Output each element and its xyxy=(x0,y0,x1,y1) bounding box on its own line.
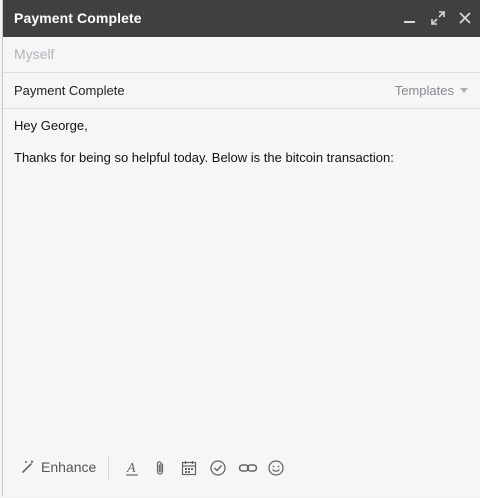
enhance-label: Enhance xyxy=(41,459,97,475)
window-title: Payment Complete xyxy=(14,10,142,26)
minimize-button[interactable] xyxy=(401,9,419,27)
paperclip-icon xyxy=(156,461,164,475)
toolbar-divider xyxy=(108,456,109,480)
compose-toolbar: Enhance A xyxy=(3,446,480,496)
magic-wand-icon xyxy=(22,460,34,473)
expand-button[interactable] xyxy=(429,9,447,27)
enhance-button[interactable]: Enhance xyxy=(20,459,96,475)
svg-text:A: A xyxy=(126,461,136,476)
emoji-icon xyxy=(268,460,284,476)
checkmark-circle-icon xyxy=(210,460,226,476)
task-button[interactable] xyxy=(209,459,227,477)
text-format-icon: A xyxy=(126,461,138,476)
chevron-down-icon xyxy=(460,88,468,94)
emoji-button[interactable] xyxy=(267,459,285,477)
message-body[interactable]: Hey George, Thanks for being so helpful … xyxy=(14,118,468,448)
close-button[interactable] xyxy=(456,9,474,27)
attach-button[interactable] xyxy=(151,459,169,477)
subject-row[interactable]: Payment Complete Templates xyxy=(3,73,480,109)
insert-link-button[interactable] xyxy=(238,459,258,477)
subject-field[interactable]: Payment Complete xyxy=(14,83,125,98)
recipient-row[interactable]: Myself xyxy=(3,37,480,73)
calendar-button[interactable] xyxy=(180,459,198,477)
expand-icon xyxy=(431,11,445,25)
templates-label: Templates xyxy=(394,83,454,98)
minimize-icon xyxy=(404,21,415,23)
templates-dropdown[interactable]: Templates xyxy=(395,83,468,98)
link-icon xyxy=(238,464,258,472)
body-greeting: Hey George, xyxy=(14,118,88,133)
compose-window: Payment Complete Myself Payment Complete xyxy=(2,0,480,496)
text-format-button[interactable]: A xyxy=(123,459,141,477)
to-field-placeholder[interactable]: Myself xyxy=(14,46,54,62)
compose-titlebar[interactable]: Payment Complete xyxy=(3,0,480,37)
body-paragraph: Thanks for being so helpful today. Below… xyxy=(14,150,394,165)
calendar-icon xyxy=(181,461,197,476)
close-icon xyxy=(459,12,471,24)
